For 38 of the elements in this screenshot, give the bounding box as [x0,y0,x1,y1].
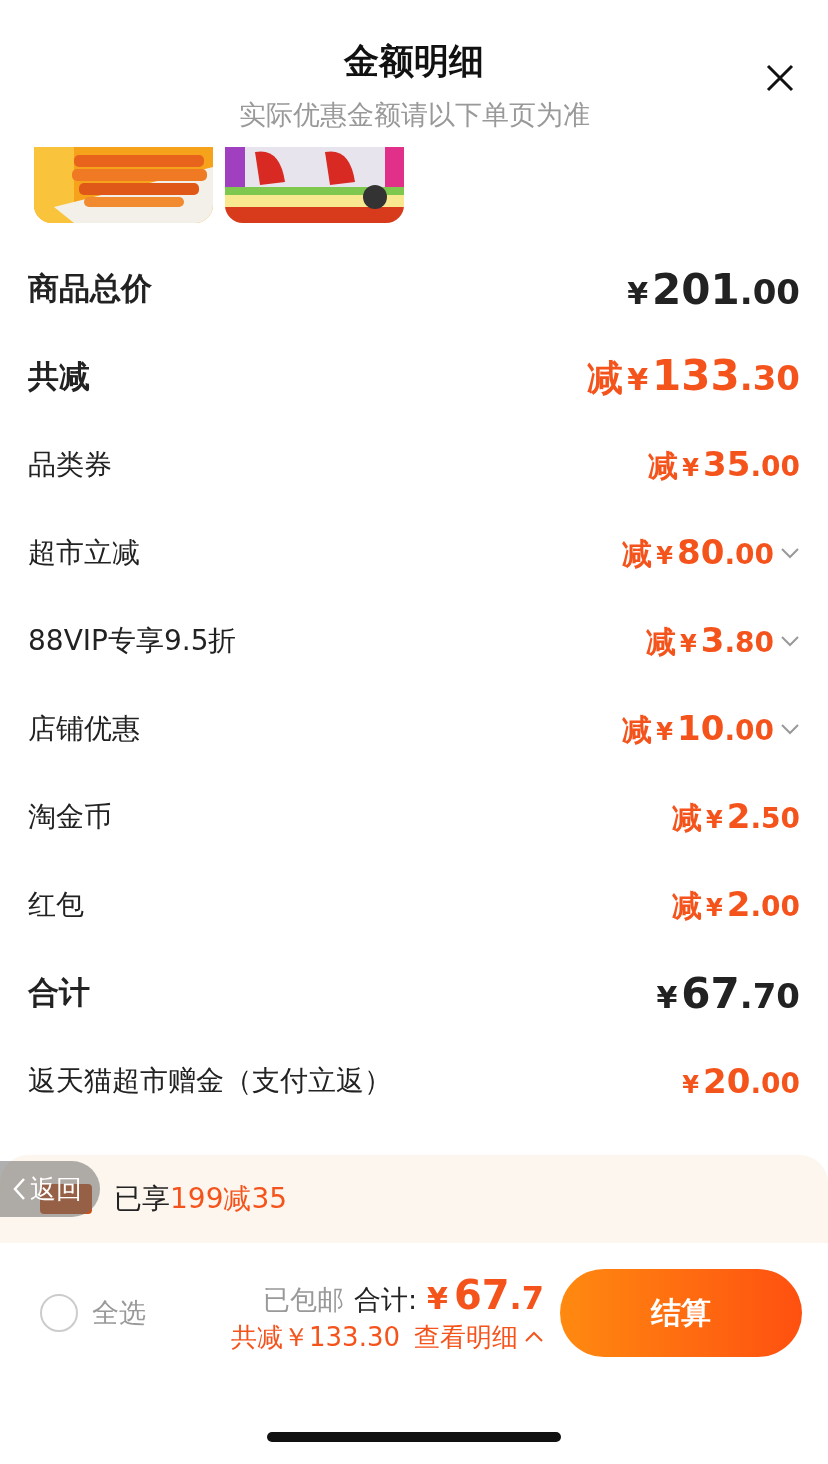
row-label: 合计 [28,973,90,1012]
amount: ¥201.00 [626,264,800,314]
select-all-radio[interactable] [40,1294,78,1332]
amount: 减¥35.00 [648,443,800,486]
row-label: 淘金币 [28,799,112,835]
checkout-button[interactable]: 结算 [560,1269,802,1357]
amount: 减¥10.00 [622,707,774,750]
amount: 减¥2.00 [672,883,800,926]
row-label: 超市立减 [28,535,140,571]
savings-text: 共减￥133.30 [231,1320,400,1354]
row-label: 品类券 [28,447,112,483]
amount: 减¥3.80 [646,619,774,662]
row-label: 红包 [28,887,84,923]
chevron-up-icon [524,1331,544,1343]
back-chevron-icon [12,1177,26,1201]
chevron-down-icon [780,547,800,559]
amount: ¥20.00 [681,1061,800,1101]
row-label: 店铺优惠 [28,711,140,747]
details-link[interactable]: 查看明细 [414,1319,544,1355]
amount: 减¥133.30 [587,351,800,402]
row-label: 共减 [28,357,90,396]
total-label: 合计: [353,1282,418,1317]
row-label: 88VIP专享9.5折 [28,623,237,659]
row-label: 返天猫超市赠金（支付立返） [28,1063,392,1099]
chevron-down-icon [780,723,800,735]
row-label: 商品总价 [28,269,152,308]
shipping-text: 已包邮 [262,1282,344,1317]
amount: 减¥2.50 [672,795,800,838]
close-button[interactable] [764,62,796,94]
amount: ¥67.70 [655,968,800,1018]
select-all-label: 全选 [92,1296,146,1330]
total-amount: ¥67.7 [427,1271,544,1318]
promo-text: 已享199减35 [114,1181,288,1217]
sheet-title: 金额明细 [344,40,484,83]
amount: 减¥80.00 [622,531,774,574]
chevron-down-icon [780,635,800,647]
sheet-subtitle: 实际优惠金额请以下单页为准 [238,98,590,132]
back-button[interactable]: 返回 [0,1161,100,1217]
